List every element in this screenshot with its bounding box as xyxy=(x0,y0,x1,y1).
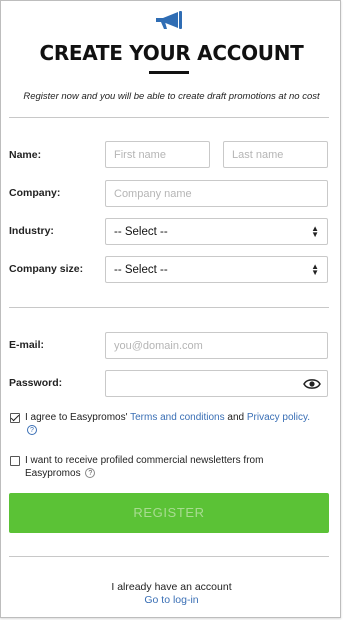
company-label: Company: xyxy=(9,187,61,199)
signup-card: CREATE YOUR ACCOUNT Register now and you… xyxy=(0,0,341,618)
terms-link[interactable]: Terms and conditions xyxy=(130,412,225,423)
terms-text: I agree to Easypromos' Terms and conditi… xyxy=(25,411,325,437)
email-field[interactable] xyxy=(105,332,328,359)
terms-checkbox[interactable] xyxy=(10,413,20,423)
register-button[interactable]: REGISTER xyxy=(9,493,329,533)
page-title: CREATE YOUR ACCOUNT xyxy=(39,41,304,65)
name-label: Name: xyxy=(9,149,42,161)
terms-and: and xyxy=(227,412,245,423)
last-name-field[interactable] xyxy=(223,141,328,168)
newsletter-text-line1: I want to receive profiled commercial ne… xyxy=(25,455,264,466)
help-icon[interactable]: ? xyxy=(27,425,37,436)
divider xyxy=(9,556,329,557)
terms-suffix: . xyxy=(307,412,311,423)
industry-select[interactable]: -- Select -- ▲ ▼ xyxy=(105,218,328,245)
company-size-select-value: -- Select -- xyxy=(114,263,168,276)
company-name-field[interactable] xyxy=(105,180,328,207)
help-icon[interactable]: ? xyxy=(85,468,96,479)
terms-prefix: I agree to Easypromos' xyxy=(25,412,128,423)
megaphone-icon xyxy=(156,11,182,29)
have-account-text: I already have an account xyxy=(111,581,232,593)
divider xyxy=(9,117,329,118)
first-name-field[interactable] xyxy=(105,141,210,168)
divider xyxy=(9,307,329,308)
company-size-label: Company size: xyxy=(9,263,84,275)
login-link[interactable]: Go to log-in xyxy=(1,594,342,606)
privacy-link[interactable]: Privacy policy xyxy=(247,412,307,423)
email-label: E-mail: xyxy=(9,339,45,351)
page-subtitle: Register now and you will be able to cre… xyxy=(23,91,320,102)
newsletter-text-line2: Easypromos xyxy=(25,468,81,479)
company-size-select[interactable]: -- Select -- ▲ ▼ xyxy=(105,256,328,283)
title-underline xyxy=(149,71,189,74)
industry-label: Industry: xyxy=(9,225,54,237)
newsletter-text: I want to receive profiled commercial ne… xyxy=(25,454,325,480)
newsletter-checkbox[interactable] xyxy=(10,456,20,466)
select-arrows-icon: ▲ ▼ xyxy=(311,223,319,239)
eye-icon[interactable] xyxy=(303,377,321,391)
industry-select-value: -- Select -- xyxy=(114,225,168,238)
password-label: Password: xyxy=(9,377,63,389)
select-arrows-icon: ▲ ▼ xyxy=(311,261,319,277)
password-field[interactable] xyxy=(105,370,328,397)
